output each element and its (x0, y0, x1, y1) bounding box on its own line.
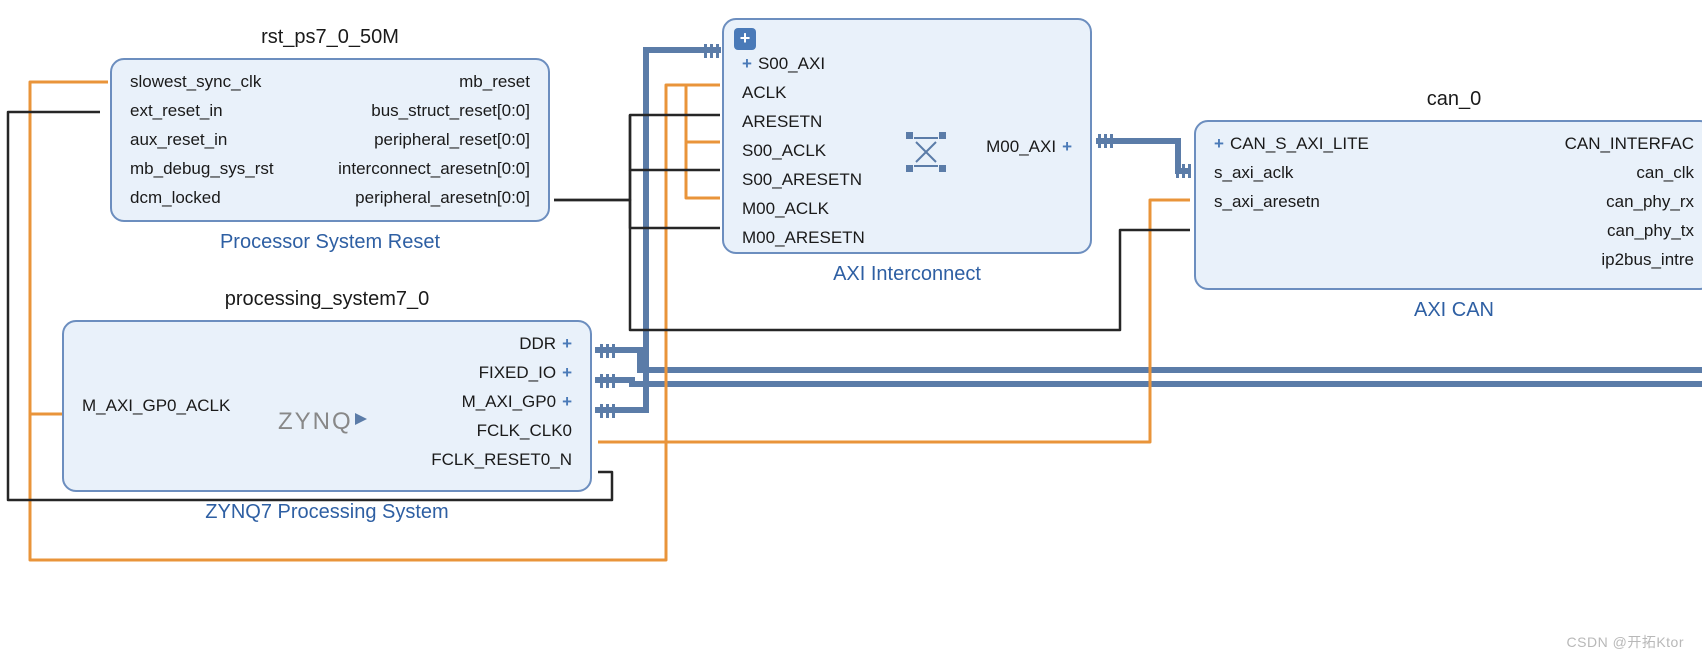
port-fclk-clk0: FCLK_CLK0 (477, 421, 572, 441)
rst-left-ports: slowest_sync_clk ext_reset_in aux_reset_… (130, 72, 274, 208)
expand-icon[interactable]: + (734, 28, 756, 50)
zynq-logo: ZYNQ (278, 408, 367, 436)
can-instname: can_0 (1196, 88, 1702, 111)
port-ip2bus-intre: ip2bus_intre (1601, 250, 1694, 270)
port-bus-struct-reset: bus_struct_reset[0:0] (371, 101, 530, 121)
axi-typename: AXI Interconnect (724, 263, 1090, 286)
port-peripheral-aresetn: peripheral_aresetn[0:0] (355, 188, 530, 208)
port-s00-aclk: S00_ACLK (742, 141, 865, 161)
can-right-ports: CAN_INTERFAC can_clk can_phy_rx can_phy_… (1565, 134, 1694, 276)
port-can-phy-tx: can_phy_tx (1607, 221, 1694, 241)
port-m00-aclk: M00_ACLK (742, 199, 865, 219)
port-s00-axi: +S00_AXI (742, 54, 865, 74)
can-typename: AXI CAN (1196, 299, 1702, 322)
port-m-axi-gp0: M_AXI_GP0+ (462, 392, 572, 412)
port-ext-reset-in: ext_reset_in (130, 101, 274, 121)
ps7-right-ports: DDR+ FIXED_IO+ M_AXI_GP0+ FCLK_CLK0 FCLK… (431, 334, 572, 478)
port-peripheral-reset: peripheral_reset[0:0] (374, 130, 530, 150)
block-rst-ps7-0-50m[interactable]: rst_ps7_0_50M Processor System Reset slo… (110, 58, 550, 222)
axi-right-ports: M00_AXI+ (986, 54, 1072, 240)
port-can-clk: can_clk (1636, 163, 1694, 183)
port-mb-debug-sys-rst: mb_debug_sys_rst (130, 159, 274, 179)
port-s-axi-aclk: s_axi_aclk (1214, 163, 1369, 183)
watermark: CSDN @开拓Ktor (1567, 632, 1684, 652)
axi-left-ports: +S00_AXI ACLK ARESETN S00_ACLK S00_ARESE… (742, 54, 865, 240)
port-aux-reset-in: aux_reset_in (130, 130, 274, 150)
port-s00-aresetn: S00_ARESETN (742, 170, 865, 190)
port-aclk: ACLK (742, 83, 865, 103)
port-can-s-axi-lite: +CAN_S_AXI_LITE (1214, 134, 1369, 154)
zynq-logo-text: ZYNQ (278, 408, 353, 435)
port-mb-reset: mb_reset (459, 72, 530, 92)
rst-right-ports: mb_reset bus_struct_reset[0:0] periphera… (338, 72, 530, 208)
ps7-typename: ZYNQ7 Processing System (64, 501, 590, 524)
port-aresetn: ARESETN (742, 112, 865, 132)
port-can-interface: CAN_INTERFAC (1565, 134, 1694, 154)
ps7-instname: processing_system7_0 (64, 288, 590, 311)
port-ddr: DDR+ (519, 334, 572, 354)
port-m-axi-gp0-aclk: M_AXI_GP0_ACLK (82, 396, 230, 416)
can-left-ports: +CAN_S_AXI_LITE s_axi_aclk s_axi_aresetn (1214, 134, 1369, 276)
rst-typename: Processor System Reset (112, 231, 548, 254)
port-can-phy-rx: can_phy_rx (1606, 192, 1694, 212)
block-axi-interconnect[interactable]: AXI Interconnect + +S00_AXI ACLK ARESETN… (722, 18, 1092, 254)
block-processing-system7-0[interactable]: processing_system7_0 ZYNQ7 Processing Sy… (62, 320, 592, 492)
port-interconnect-aresetn: interconnect_aresetn[0:0] (338, 159, 530, 179)
port-m00-aresetn: M00_ARESETN (742, 228, 865, 248)
port-s-axi-aresetn: s_axi_aresetn (1214, 192, 1369, 212)
port-fclk-reset0-n: FCLK_RESET0_N (431, 450, 572, 470)
port-dcm-locked: dcm_locked (130, 188, 274, 208)
port-fixed-io: FIXED_IO+ (479, 363, 572, 383)
crossbar-icon (902, 128, 950, 176)
port-m00-axi: M00_AXI+ (986, 137, 1072, 157)
rst-instname: rst_ps7_0_50M (112, 26, 548, 49)
ps7-left-ports: M_AXI_GP0_ACLK (82, 334, 230, 478)
port-slowest-sync-clk: slowest_sync_clk (130, 72, 274, 92)
block-can-0[interactable]: can_0 AXI CAN +CAN_S_AXI_LITE s_axi_aclk… (1194, 120, 1702, 290)
